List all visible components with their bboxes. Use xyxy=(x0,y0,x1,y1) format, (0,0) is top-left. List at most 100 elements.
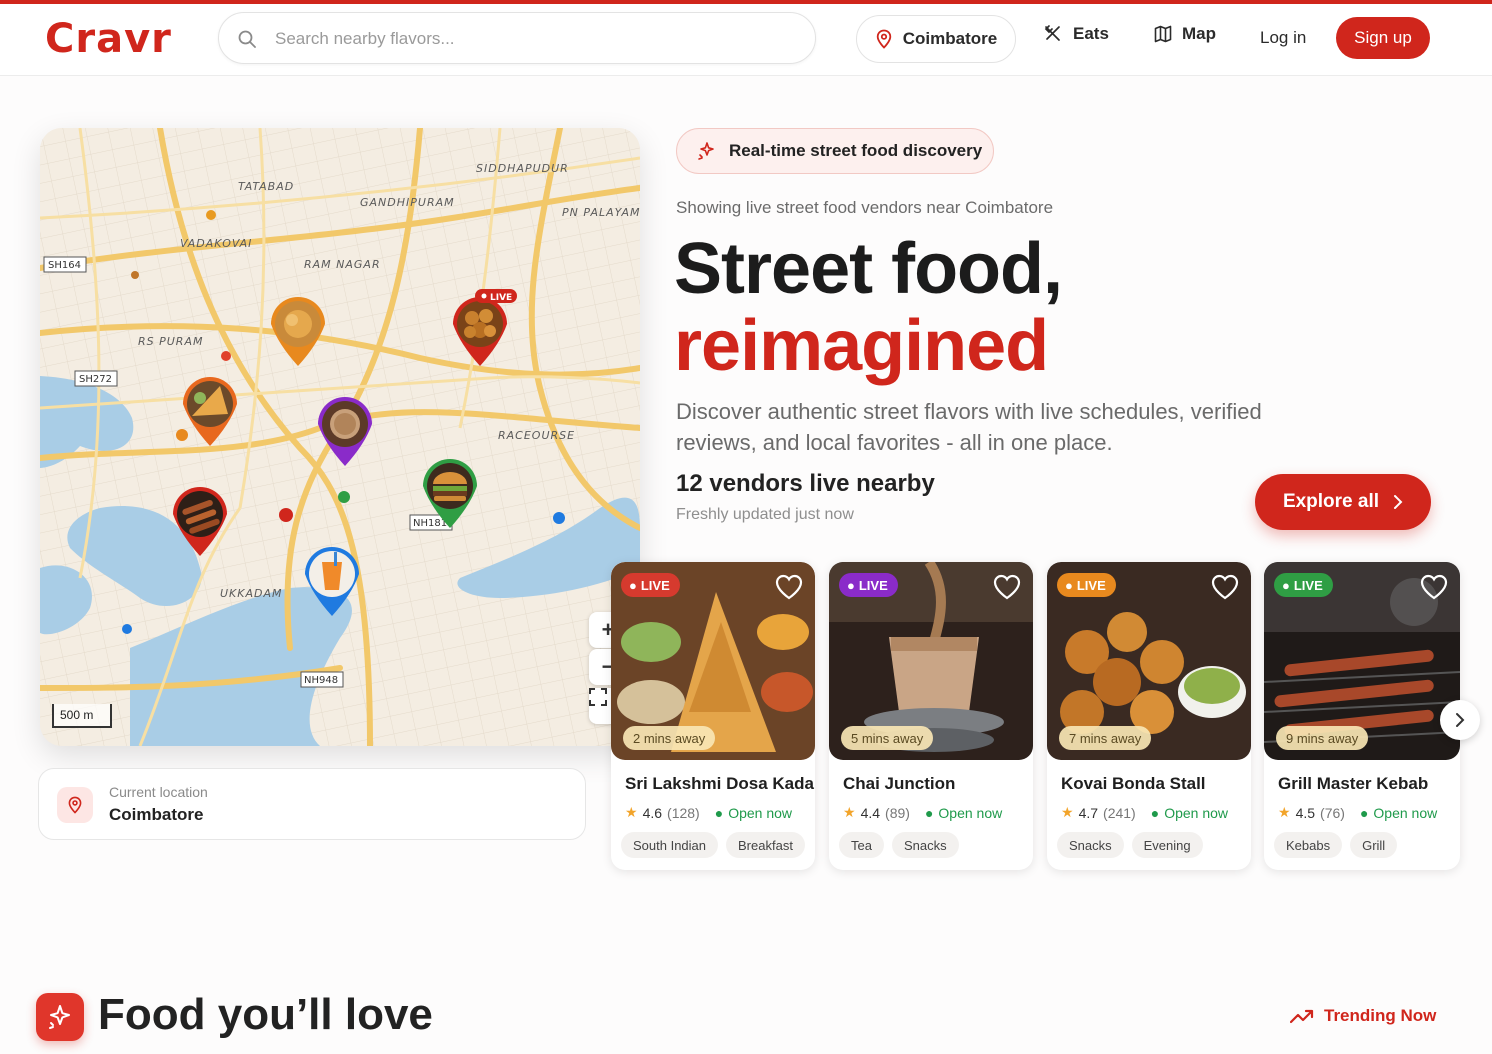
current-location-value: Coimbatore xyxy=(109,805,204,824)
vendor-card[interactable]: ● LIVE 9 mins away Grill Master Kebab ★ 4.… xyxy=(1264,562,1460,870)
star-icon: ★ xyxy=(1278,804,1291,820)
open-status: ● Open now xyxy=(715,805,792,821)
vendor-name[interactable]: Sri Lakshmi Dosa Kadai xyxy=(625,774,815,794)
tag[interactable]: Breakfast xyxy=(726,832,805,858)
vendor-rating: 4.7 xyxy=(1078,804,1099,821)
carousel-next-button[interactable] xyxy=(1440,700,1480,740)
vendor-card[interactable]: ● LIVE 5 mins away Chai Junction ★ 4.4 (89)… xyxy=(829,562,1033,870)
open-status-label: Open now xyxy=(1373,804,1438,821)
map-scale: 500 m xyxy=(52,704,112,728)
live-label: LIVE xyxy=(1293,577,1323,593)
sparkle-icon xyxy=(698,142,714,160)
distance-badge: 7 mins away xyxy=(1059,726,1152,750)
favorite-heart-icon[interactable] xyxy=(775,574,803,600)
location-pin-icon xyxy=(57,787,93,823)
tag[interactable]: Grill xyxy=(1350,832,1398,858)
map-canvas[interactable]: SIDDHAPUDUR TATABAD GANDHIPURAM PN PALAY… xyxy=(40,128,640,746)
vendor-dot[interactable] xyxy=(338,491,350,503)
vendor-name[interactable]: Chai Junction xyxy=(843,774,955,794)
cravr-logo[interactable]: Cravr xyxy=(45,16,172,62)
chevron-right-icon xyxy=(1394,495,1403,509)
distance-badge: 2 mins away xyxy=(623,726,716,750)
open-status-label: Open now xyxy=(938,804,1003,821)
vendor-name[interactable]: Grill Master Kebab xyxy=(1278,774,1428,794)
distance-badge: 5 mins away xyxy=(841,726,934,750)
fire-icon: ● xyxy=(629,577,637,593)
vendors-live-count: 12 vendors live nearby xyxy=(676,470,935,497)
signup-button[interactable]: Sign up xyxy=(1336,17,1430,59)
star-icon: ★ xyxy=(1061,804,1074,820)
road-label: NH948 xyxy=(304,675,338,686)
vendor-tags: Snacks Evening xyxy=(1057,832,1203,858)
vendor-reviews: (241) xyxy=(1103,804,1136,821)
search-icon xyxy=(238,30,256,48)
vendor-dot[interactable] xyxy=(122,624,132,634)
open-status: ● Open now xyxy=(1151,805,1228,821)
current-location-label: Current location xyxy=(109,784,208,800)
fire-icon: ● xyxy=(847,577,855,593)
vendor-map[interactable]: SIDDHAPUDUR TATABAD GANDHIPURAM PN PALAY… xyxy=(40,128,640,746)
freshness-text: Freshly updated just now xyxy=(676,506,854,523)
tag[interactable]: Evening xyxy=(1131,832,1203,858)
vendor-meta: ★ 4.7 (241) ● Open now xyxy=(1061,804,1228,821)
nav-eats-label: Eats xyxy=(1073,24,1109,43)
chevron-right-icon xyxy=(1456,713,1465,727)
vendor-dot[interactable] xyxy=(176,429,188,441)
nav-eats[interactable]: Eats xyxy=(1043,24,1109,44)
area-label: VADAKOVAI xyxy=(180,237,252,250)
search-input[interactable] xyxy=(275,25,795,53)
open-status: ● Open now xyxy=(1360,805,1437,821)
live-label: LIVE xyxy=(858,577,888,593)
nav-map[interactable]: Map xyxy=(1154,24,1216,44)
vendor-dot[interactable] xyxy=(553,512,565,524)
trending-now-label: Trending Now xyxy=(1324,1006,1437,1025)
tag[interactable]: Snacks xyxy=(891,832,959,858)
live-badge: ● LIVE xyxy=(839,573,898,597)
login-link[interactable]: Log in xyxy=(1260,28,1306,48)
vendor-tags: South Indian Breakfast xyxy=(621,832,805,858)
vendor-name[interactable]: Kovai Bonda Stall xyxy=(1061,774,1206,794)
favorite-heart-icon[interactable] xyxy=(1211,574,1239,600)
vendor-dot[interactable] xyxy=(131,271,139,279)
status-dot-icon: ● xyxy=(924,804,934,821)
search-bar[interactable] xyxy=(218,12,816,64)
vendor-image: ● LIVE 2 mins away xyxy=(611,562,815,760)
distance-badge: 9 mins away xyxy=(1276,726,1369,750)
top-navbar: Cravr Coimbatore Eats Map Log in Sign up xyxy=(0,4,1492,76)
status-dot-icon: ● xyxy=(1359,804,1369,821)
vendor-rating: 4.5 xyxy=(1295,804,1316,821)
area-label: RAM NAGAR xyxy=(304,258,381,271)
area-label: UKKADAM xyxy=(220,587,283,600)
favorite-heart-icon[interactable] xyxy=(993,574,1021,600)
vendor-dot[interactable] xyxy=(206,210,216,220)
tag[interactable]: Tea xyxy=(839,832,884,858)
hero-title-line1: Street food, xyxy=(674,229,1063,309)
hero-description: Discover authentic street flavors with l… xyxy=(676,399,1262,455)
favorite-heart-icon[interactable] xyxy=(1420,574,1448,600)
vendor-dot[interactable] xyxy=(221,351,231,361)
tag[interactable]: Snacks xyxy=(1057,832,1124,858)
live-label: LIVE xyxy=(1076,577,1106,593)
section-title: Food you’ll love xyxy=(98,990,433,1039)
explore-all-button[interactable]: Explore all xyxy=(1255,474,1431,530)
area-label: RS PURAM xyxy=(138,335,203,348)
trending-up-icon xyxy=(1290,1009,1314,1024)
tag[interactable]: Kebabs xyxy=(1274,832,1343,858)
vendor-card[interactable]: ● LIVE 2 mins away Sri Lakshmi Dosa Kadai… xyxy=(611,562,815,870)
vendor-reviews: (89) xyxy=(885,804,910,821)
vendor-meta: ★ 4.4 (89) ● Open now xyxy=(843,804,1002,821)
trending-now-link[interactable]: Trending Now xyxy=(1290,1006,1436,1026)
realtime-badge-label: Real-time street food discovery xyxy=(729,141,983,160)
location-selector[interactable]: Coimbatore xyxy=(856,15,1016,63)
current-location-card[interactable]: Current location Coimbatore xyxy=(38,768,586,840)
status-dot-icon: ● xyxy=(714,804,724,821)
vendor-image: ● LIVE 9 mins away xyxy=(1264,562,1460,760)
area-label: GANDHIPURAM xyxy=(360,196,455,209)
vendor-rating: 4.6 xyxy=(642,804,663,821)
vendor-dot[interactable] xyxy=(279,508,293,522)
open-status: ● Open now xyxy=(925,805,1002,821)
tag[interactable]: South Indian xyxy=(621,832,719,858)
vendor-image: ● LIVE 7 mins away xyxy=(1047,562,1251,760)
vendor-rating: 4.4 xyxy=(860,804,881,821)
vendor-card[interactable]: ● LIVE 7 mins away Kovai Bonda Stall ★ 4.7… xyxy=(1047,562,1251,870)
